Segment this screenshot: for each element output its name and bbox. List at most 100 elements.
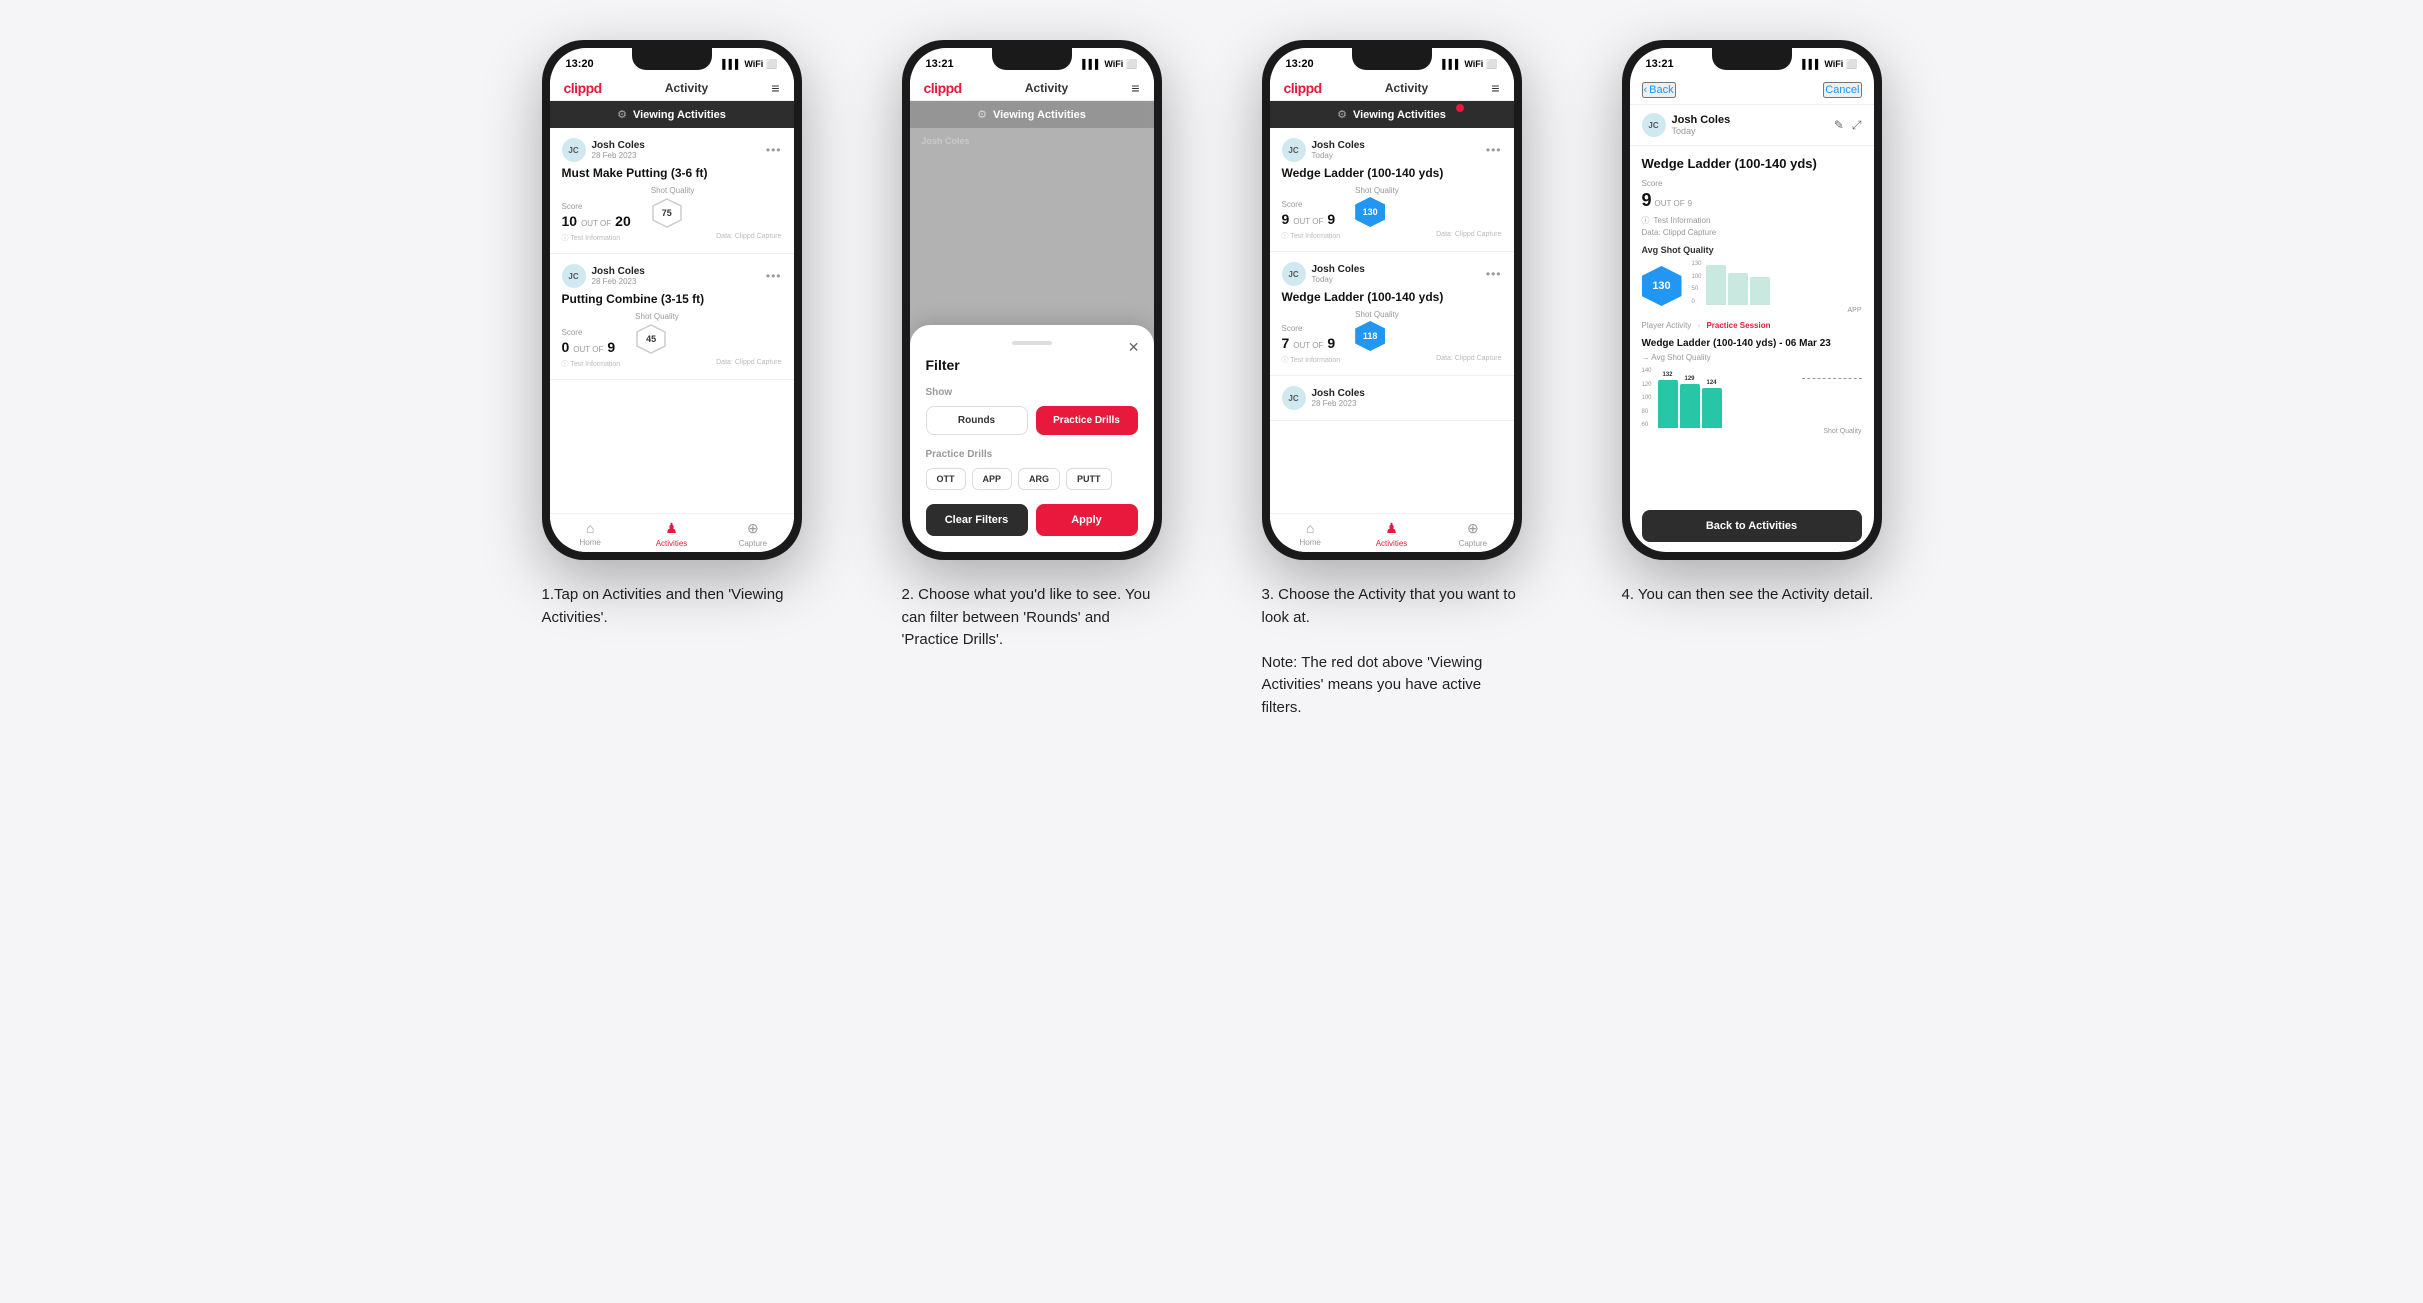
filter-toggle-row-2: Rounds Practice Drills [926,406,1138,435]
card-stats-1-1: Score 10 OUT OF 20 Shot Quality [562,186,782,229]
detail-user-name-4: Josh Coles [1672,114,1731,126]
detail-user-date-4: Today [1672,126,1731,136]
step-4-column: 13:21 ▌▌▌ WiFi ⬜ ‹ Back Cancel [1592,40,1912,719]
signal-icon-2: ▌▌▌ [1082,59,1101,69]
home-icon-1: ⌂ [586,520,594,536]
sq-val-3-2: 118 [1355,321,1385,351]
card-stats-1-2: Score 0 OUT OF 9 Shot Quality [562,312,782,355]
shot-quality-label-row-4: Shot Quality [1642,428,1862,435]
apply-btn-2[interactable]: Apply [1036,504,1138,536]
show-label-2: Show [926,387,1138,398]
back-to-activities-4[interactable]: Back to Activities [1642,510,1862,542]
nav-activities-label-1: Activities [656,539,688,548]
activity-card-3-1[interactable]: JC Josh Coles Today ••• Wedge Ladder (10… [1270,128,1514,252]
filter-icon-1: ⚙ [617,108,627,121]
app-logo-3[interactable]: clippd [1284,80,1322,96]
red-dot-3 [1456,104,1464,112]
score-val-1-1: 10 [562,213,578,229]
chip-ott-2[interactable]: OTT [926,468,966,490]
nav-capture-3[interactable]: ⊕ Capture [1432,514,1513,552]
hamburger-icon-2[interactable]: ≡ [1131,80,1139,96]
edit-icon-4[interactable]: ✎ [1834,118,1844,133]
filter-chips-2: OTT APP ARG PUTT [926,468,1138,490]
toggle-practice-2[interactable]: Practice Drills [1036,406,1138,435]
nav-activities-3[interactable]: ♟ Activities [1351,514,1432,552]
pa-link-4[interactable]: Practice Session [1706,321,1770,330]
activity-card-1-2[interactable]: JC Josh Coles 28 Feb 2023 ••• Putting Co… [550,254,794,380]
nav-capture-1[interactable]: ⊕ Capture [712,514,793,552]
user-date-1-2: 28 Feb 2023 [592,277,645,286]
phone-notch-2 [992,48,1072,70]
chip-app-2[interactable]: APP [972,468,1013,490]
app-logo-2[interactable]: clippd [924,80,962,96]
card-footer-3-2: ⓘ Test Information Data: Clippd Capture [1282,355,1502,365]
footer-data-1-2: Data: Clippd Capture [716,359,781,369]
viewing-banner-1[interactable]: ⚙ Viewing Activities [550,101,794,128]
score-val-4: 9 [1642,190,1652,211]
activity-card-3-3[interactable]: JC Josh Coles 28 Feb 2023 [1270,376,1514,421]
activities-icon-3: ♟ [1385,520,1398,537]
viewing-banner-2[interactable]: ⚙ Viewing Activities [910,101,1154,128]
nav-home-1[interactable]: ⌂ Home [550,514,631,552]
app-title-1: Activity [665,81,708,95]
activity-card-3-2[interactable]: JC Josh Coles Today ••• Wedge Ladder (10… [1270,252,1514,376]
phone-screen-4: 13:21 ▌▌▌ WiFi ⬜ ‹ Back Cancel [1630,48,1874,552]
status-icons-2: ▌▌▌ WiFi ⬜ [1082,59,1137,70]
info-icon-4: ⓘ [1642,215,1650,226]
phone-notch-3 [1352,48,1432,70]
cancel-btn-4[interactable]: Cancel [1823,82,1861,98]
more-icon-1-1[interactable]: ••• [766,143,782,157]
avatar-3-1: JC [1282,138,1306,162]
signal-icon-4: ▌▌▌ [1802,59,1821,69]
footer-info-3-1: ⓘ Test Information [1282,231,1341,241]
avatar-4: JC [1642,113,1666,137]
user-name-1-2: Josh Coles [592,266,645,277]
expand-icon-4[interactable]: ⤢ [1852,118,1862,133]
hamburger-icon-1[interactable]: ≡ [771,80,779,96]
more-icon-3-1[interactable]: ••• [1486,143,1502,157]
avatar-3-3: JC [1282,386,1306,410]
outof-3-1: OUT OF [1293,217,1323,226]
sq-label-3-1: Shot Quality [1355,186,1399,195]
viewing-banner-3[interactable]: ⚙ Viewing Activities [1270,101,1514,128]
clear-filters-btn-2[interactable]: Clear Filters [926,504,1028,536]
detail-header-4: ‹ Back Cancel [1630,76,1874,105]
app-header-3: clippd Activity ≡ [1270,76,1514,101]
sq-label-1-1: Shot Quality [651,186,695,195]
pa-arrow-4: › [1698,321,1701,330]
toggle-rounds-2[interactable]: Rounds [926,406,1028,435]
sq-hex-1-1: Shot Quality 75 [651,186,695,229]
chip-arg-2[interactable]: ARG [1018,468,1060,490]
app-logo-1[interactable]: clippd [564,80,602,96]
score-val-3-2: 7 [1282,335,1290,351]
modal-handle-2 [1012,341,1052,345]
score-label-4: Score [1642,179,1862,188]
sq-group-3-2: Shot Quality 118 [1355,310,1399,351]
user-name-3-2: Josh Coles [1312,264,1365,275]
player-activity-4: Player Activity › Practice Session [1642,321,1862,330]
modal-close-2[interactable]: ✕ [1128,339,1140,356]
user-details-1-1: Josh Coles 28 Feb 2023 [592,140,645,160]
back-btn-4[interactable]: ‹ Back [1642,82,1676,98]
nav-activities-1[interactable]: ♟ Activities [631,514,712,552]
wedge-bar-3-4: 124 [1702,380,1722,428]
card-footer-3-1: ⓘ Test Information Data: Clippd Capture [1282,231,1502,241]
nav-activities-label-3: Activities [1376,539,1408,548]
app-title-2: Activity [1025,81,1068,95]
more-icon-1-2[interactable]: ••• [766,269,782,283]
step-3-description: 3. Choose the Activity that you want to … [1262,584,1522,719]
wedge-chart-section-4: Wedge Ladder (100-140 yds) - 06 Mar 23 →… [1642,338,1862,435]
chip-putt-2[interactable]: PUTT [1066,468,1112,490]
card-stats-3-2: Score 7 OUT OF 9 Shot Quality 118 [1282,310,1502,351]
phone-notch-4 [1712,48,1792,70]
activity-card-1-1[interactable]: JC Josh Coles 28 Feb 2023 ••• Must Make … [550,128,794,254]
more-icon-3-2[interactable]: ••• [1486,267,1502,281]
score-label-3-1: Score [1282,200,1336,209]
wedge-bars-container-4: 140 120 100 80 60 132 129 [1642,368,1862,428]
wifi-icon-4: WiFi [1824,59,1843,69]
avatar-3-2: JC [1282,262,1306,286]
footer-data-1-1: Data: Clippd Capture [716,233,781,243]
status-time-4: 13:21 [1646,58,1674,70]
nav-home-3[interactable]: ⌂ Home [1270,514,1351,552]
hamburger-icon-3[interactable]: ≡ [1491,80,1499,96]
